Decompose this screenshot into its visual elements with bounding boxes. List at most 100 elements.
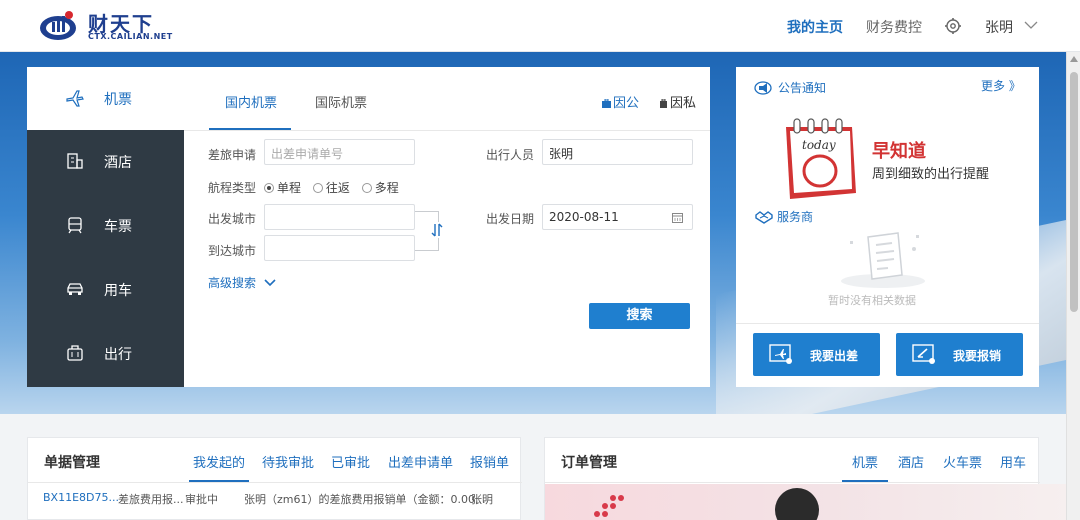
promo-person-image <box>775 488 819 520</box>
advanced-search-toggle[interactable]: 高级搜索 <box>208 274 276 291</box>
from-city-label: 出发城市 <box>208 212 257 226</box>
route-type-label: 航程类型 <box>208 181 257 195</box>
suitcase-icon <box>660 99 667 108</box>
side-item-travel[interactable]: 出行 <box>27 322 184 386</box>
side-item-label: 用车 <box>104 283 132 299</box>
tab-divider <box>184 130 710 131</box>
trip-private-label: 因私 <box>670 96 697 111</box>
tab-my-initiated[interactable]: 我发起的 <box>193 452 245 471</box>
train-icon <box>68 217 82 234</box>
logo[interactable]: 财天下 CTX.CAILIAN.NET <box>38 8 178 44</box>
notice-panel: 公告通知 更多 》 today 早知道 周到细致的出行提醒 服务商 暂时没有相关… <box>736 67 1039 387</box>
radio-multi-city[interactable]: 多程 <box>361 179 399 196</box>
trip-private-toggle[interactable]: 因私 <box>659 92 696 111</box>
traveler-label: 出行人员 <box>486 148 535 162</box>
briefcase-icon <box>602 99 611 108</box>
reimburse-icon <box>912 344 935 364</box>
radio-label: 单程 <box>277 181 302 195</box>
hotel-icon <box>67 153 83 169</box>
radio-dot <box>264 183 274 193</box>
business-trip-label: 我要出差 <box>810 349 859 363</box>
tab-domestic-flight[interactable]: 国内机票 <box>225 92 277 111</box>
sidebar: 酒店 车票 用车 出行 <box>27 130 184 387</box>
chevron-down-icon <box>264 279 276 287</box>
trip-business-label: 因公 <box>613 96 640 111</box>
scroll-thumb[interactable] <box>1070 72 1078 312</box>
plane-icon <box>66 90 84 107</box>
tab-reimbursements[interactable]: 报销单 <box>470 452 509 471</box>
calendar-icon[interactable] <box>672 212 683 223</box>
tab-approved[interactable]: 已审批 <box>331 452 370 471</box>
order-promo-banner <box>545 484 1067 520</box>
megaphone-icon <box>754 81 772 95</box>
tab-orders-car[interactable]: 用车 <box>1000 452 1026 471</box>
reimburse-button[interactable]: 我要报销 <box>896 333 1023 376</box>
gear-icon[interactable] <box>944 17 962 35</box>
scroll-up-arrow[interactable] <box>1070 56 1078 62</box>
side-item-label: 机票 <box>104 92 132 108</box>
radio-one-way[interactable]: 单程 <box>264 179 301 196</box>
nav-finance[interactable]: 财务费控 <box>866 17 922 37</box>
promo-title: 早知道 <box>872 141 926 162</box>
trip-business-toggle[interactable]: 因公 <box>602 92 639 111</box>
reimburse-label: 我要报销 <box>953 349 1002 363</box>
document-panel-title: 单据管理 <box>44 455 100 471</box>
side-item-car[interactable]: 用车 <box>27 258 184 322</box>
to-city-input[interactable] <box>264 235 415 261</box>
tab-orders-train[interactable]: 火车票 <box>943 452 982 471</box>
radio-label: 多程 <box>374 181 399 195</box>
notice-divider <box>736 323 1039 324</box>
doc-type: 差旅费用报... <box>118 493 184 506</box>
side-item-label: 车票 <box>104 219 132 235</box>
doc-person: 张明 <box>471 493 493 506</box>
top-bar: 财天下 CTX.CAILIAN.NET 我的主页 财务费控 张明 <box>0 0 1080 52</box>
handshake-icon <box>755 211 773 224</box>
business-trip-button[interactable]: 我要出差 <box>753 333 880 376</box>
traveler-input[interactable]: 张明 <box>542 139 693 165</box>
side-item-train[interactable]: 车票 <box>27 194 184 258</box>
calendar-word: today <box>802 138 836 152</box>
tab-travel-requests[interactable]: 出差申请单 <box>388 452 453 471</box>
side-item-flight[interactable]: 机票 <box>27 67 184 130</box>
route-type-radio-group: 单程 往返 多程 <box>264 179 407 196</box>
empty-state-text: 暂时没有相关数据 <box>828 294 916 307</box>
logo-mark-icon <box>40 11 76 40</box>
order-panel: 订单管理 机票 酒店 火车票 用车 <box>544 437 1067 520</box>
advanced-search-label: 高级搜索 <box>208 276 257 290</box>
doc-status: 审批中 <box>185 493 218 506</box>
radio-dot <box>312 183 323 193</box>
car-icon <box>67 283 83 295</box>
service-title: 服务商 <box>777 210 814 224</box>
from-city-input[interactable] <box>264 204 415 230</box>
doc-id[interactable]: BX11E8D75... <box>43 491 119 504</box>
notice-header: 公告通知 <box>754 79 826 96</box>
panel-divider <box>28 482 522 483</box>
doc-description: 张明（zm61）的差旅费用报销单（金额：0.00... <box>244 493 486 506</box>
travel-request-label: 差旅申请 <box>208 148 257 162</box>
radio-label: 往返 <box>325 181 350 195</box>
depart-date-label: 出发日期 <box>486 212 535 226</box>
travel-request-input[interactable]: 出差申请单号 <box>264 139 415 165</box>
side-item-label: 酒店 <box>104 155 132 171</box>
tab-orders-hotel[interactable]: 酒店 <box>898 452 924 471</box>
page-scrollbar[interactable] <box>1066 52 1080 520</box>
more-link[interactable]: 更多 》 <box>981 77 1021 94</box>
logo-subtext: CTX.CAILIAN.NET <box>88 32 173 41</box>
user-name[interactable]: 张明 <box>985 17 1013 37</box>
plane-ticket-icon <box>769 344 792 364</box>
notice-title: 公告通知 <box>778 81 827 95</box>
empty-doc-icon <box>841 232 925 288</box>
chevron-down-icon[interactable] <box>1024 19 1038 31</box>
side-item-hotel[interactable]: 酒店 <box>27 130 184 194</box>
nav-home[interactable]: 我的主页 <box>787 17 843 37</box>
tab-orders-flight[interactable]: 机票 <box>852 452 878 471</box>
luggage-icon <box>67 345 83 361</box>
tab-pending-approval[interactable]: 待我审批 <box>262 452 314 471</box>
tab-international-flight[interactable]: 国际机票 <box>315 92 367 111</box>
order-panel-title: 订单管理 <box>561 455 617 471</box>
depart-date-input[interactable]: 2020-08-11 <box>542 204 693 230</box>
radio-round-trip[interactable]: 往返 <box>312 179 350 196</box>
swap-arrows-icon[interactable] <box>431 222 443 238</box>
search-button[interactable]: 搜索 <box>589 303 690 329</box>
to-city-label: 到达城市 <box>208 244 257 258</box>
